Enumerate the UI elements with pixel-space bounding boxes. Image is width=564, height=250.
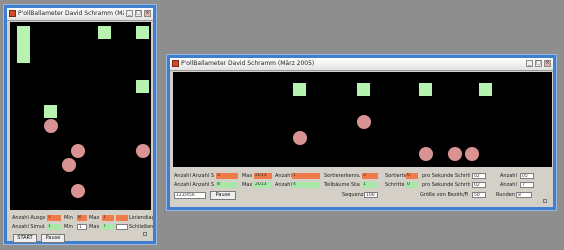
ball <box>71 184 85 198</box>
label: Max <box>242 173 253 179</box>
label: Max <box>242 182 253 188</box>
input-field[interactable] <box>116 215 128 221</box>
ball <box>465 147 479 161</box>
block <box>419 83 432 96</box>
input-field[interactable]: 3 <box>362 173 378 179</box>
label: Anzahl Ausgaben (Gen) <box>12 215 45 221</box>
ball <box>293 131 307 145</box>
input-field[interactable] <box>116 224 128 230</box>
label: Anzahl Anzahl Start <box>174 182 214 188</box>
left-window: P'ollBallameter David Schramm (März 2005… <box>4 5 156 244</box>
label: Max <box>89 215 100 221</box>
input-field[interactable]: 0 <box>406 173 418 179</box>
block <box>357 83 370 96</box>
input-field[interactable]: 2013 <box>254 173 272 179</box>
resize-handle[interactable] <box>543 199 547 203</box>
input-field[interactable]: 8 <box>77 215 87 221</box>
close-button[interactable]: × <box>544 60 551 67</box>
label: Min <box>64 224 73 230</box>
label: pro Sekunde Schritte <box>422 173 470 179</box>
input-field[interactable]: 7 <box>102 224 114 230</box>
label: Schließen <box>129 224 153 230</box>
left-title-bar: P'ollBallameter David Schramm (März 2005… <box>7 8 153 21</box>
start-button[interactable]: START <box>13 234 37 243</box>
input-field[interactable]: 1 <box>362 182 378 188</box>
ball <box>448 147 462 161</box>
ball <box>62 158 76 172</box>
block <box>17 50 30 63</box>
block <box>479 83 492 96</box>
input-field[interactable]: 0 <box>406 182 418 188</box>
pause-button[interactable]: Pause <box>41 234 65 243</box>
left-window-title: P'ollBallameter David Schramm (März 2005… <box>18 10 124 17</box>
input-field[interactable]: 100 <box>364 192 378 198</box>
app-icon <box>172 60 179 67</box>
label: Anzahl <box>275 182 292 188</box>
sequence-select[interactable]: 123/456 <box>174 192 206 199</box>
label: Max <box>89 224 100 230</box>
input-field[interactable]: 4 <box>292 182 320 188</box>
left-simulation-canvas <box>10 22 151 210</box>
input-field[interactable]: 02 <box>472 173 486 179</box>
block <box>44 105 57 118</box>
label: Anzahl Simulation (Gen) <box>12 224 45 230</box>
label: Sortierte <box>385 173 407 179</box>
right-simulation-canvas <box>173 72 552 167</box>
label: Sequenz <box>342 192 364 198</box>
label: Teilbäume Start <box>324 182 360 188</box>
label: Min <box>64 215 73 221</box>
pause-button[interactable]: Pause <box>210 191 236 200</box>
input-field[interactable]: 1 <box>77 224 87 230</box>
block <box>136 80 149 93</box>
app-icon <box>9 10 16 17</box>
input-field[interactable]: 02 <box>472 182 486 188</box>
label: Sortiererkennung Start <box>324 173 360 179</box>
label: Liniendiagramm <box>129 215 153 221</box>
label: Runden <box>496 192 516 198</box>
resize-handle[interactable] <box>143 232 147 236</box>
input-field[interactable]: 2013 <box>254 182 272 188</box>
close-button[interactable]: × <box>144 10 151 17</box>
ball <box>136 144 150 158</box>
input-field[interactable]: 3 <box>216 173 238 179</box>
maximize-button[interactable]: □ <box>535 60 542 67</box>
block <box>98 26 111 39</box>
maximize-button[interactable]: □ <box>135 10 142 17</box>
label: Größe von Bezirk/Figur <box>420 192 468 198</box>
ball <box>357 115 371 129</box>
input-field[interactable]: 7 <box>520 182 534 188</box>
label: Schritte <box>385 182 405 188</box>
input-field[interactable]: 8 <box>516 192 532 198</box>
minimize-button[interactable]: _ <box>526 60 533 67</box>
minimize-button[interactable]: _ <box>126 10 133 17</box>
input-field[interactable]: 1 <box>102 215 114 221</box>
input-field[interactable]: 8 <box>216 182 238 188</box>
right-window-title: P'ollBallameter David Schramm (März 2005… <box>181 60 315 67</box>
right-title-bar: P'ollBallameter David Schramm (März 2005… <box>170 58 553 71</box>
right-control-panel: Anzahl Anzahl Start 3 Max 2013 Anzahl 1 … <box>170 170 553 207</box>
block <box>293 83 306 96</box>
ball <box>44 119 58 133</box>
block <box>136 26 149 39</box>
input-field[interactable]: 05 <box>520 173 534 179</box>
input-field[interactable]: 1 <box>292 173 320 179</box>
input-field[interactable]: 50 <box>472 192 486 198</box>
input-field[interactable]: 1 <box>47 224 61 230</box>
ball <box>419 147 433 161</box>
label: Anzahl <box>500 173 517 179</box>
input-field[interactable]: 1 <box>47 215 61 221</box>
left-control-panel: Anzahl Ausgaben (Gen) 1 Min 8 Max 1 Lini… <box>7 212 153 243</box>
label: pro Sekunde Schritte <box>422 182 470 188</box>
ball <box>71 144 85 158</box>
label: Anzahl Anzahl Start <box>174 173 214 179</box>
label: Anzahl <box>500 182 517 188</box>
right-window: P'ollBallameter David Schramm (März 2005… <box>167 55 556 210</box>
label: Anzahl <box>275 173 292 179</box>
